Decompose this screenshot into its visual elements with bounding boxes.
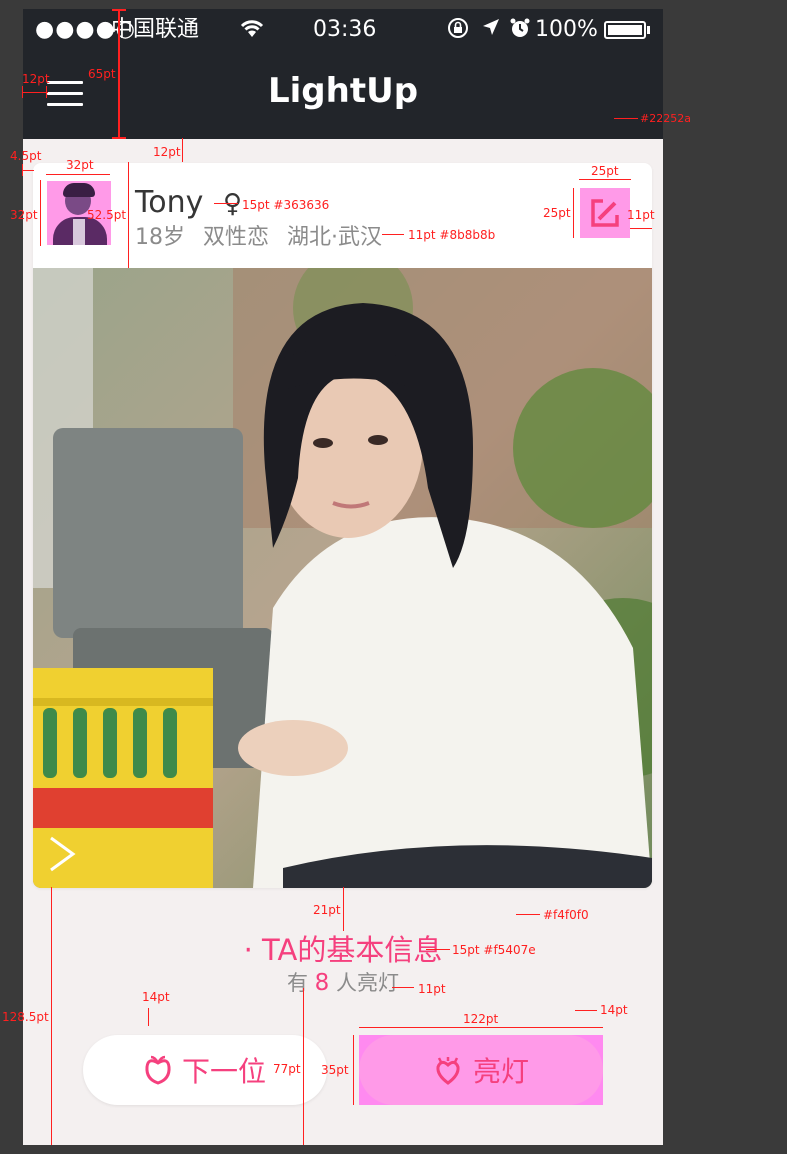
anno-line: [516, 914, 540, 915]
light-count-value: 8: [314, 970, 330, 996]
profile-name: Tony: [135, 185, 204, 220]
anno-line: [614, 118, 638, 119]
anno-line: [112, 9, 126, 11]
profile-photo[interactable]: [33, 268, 652, 888]
anno-4-5pt: 4.5pt: [10, 149, 42, 163]
anno-header-color: #22252a: [640, 112, 691, 125]
edit-icon: [591, 199, 619, 227]
battery-icon: [604, 21, 646, 39]
light-count-prefix: 有: [286, 971, 308, 995]
section-title: · TA的基本信息: [243, 933, 443, 967]
anno-25pt-width: 25pt: [591, 164, 619, 178]
anno-52-5pt: 52.5pt: [87, 208, 127, 222]
anno-line: [22, 92, 48, 93]
anno-line: [182, 138, 183, 162]
profile-card[interactable]: Tony ♀ 18岁 双性恋 湖北·武汉: [33, 163, 652, 888]
location-arrow-icon: [481, 17, 501, 44]
rotation-lock-icon: [447, 17, 469, 46]
alarm-icon: [509, 17, 531, 46]
light-up-button-label: 亮灯: [472, 1055, 529, 1088]
status-time: 03:36: [313, 17, 377, 42]
light-count-suffix: 人亮灯: [336, 971, 399, 995]
anno-section-style: 15pt #f5407e: [452, 943, 536, 957]
anno-line: [22, 86, 23, 98]
anno-count-size: 11pt: [418, 982, 446, 996]
light-count: 有 8 人亮灯: [23, 967, 663, 997]
anno-32pt-height: 32pt: [10, 208, 38, 222]
light-heart-icon: [436, 1057, 460, 1085]
anno-14pt-left: 14pt: [142, 990, 170, 1004]
profile-age: 18岁: [135, 225, 185, 250]
anno-line: [359, 1027, 603, 1028]
anno-line: [112, 137, 126, 139]
anno-name-style: 15pt #363636: [242, 198, 330, 212]
anno-14pt-right: 14pt: [600, 1003, 628, 1017]
anno-25pt-height: 25pt: [543, 206, 571, 220]
phone-screen: ●●●●○ 中国联通 03:36 100% LightUp Tony ♀ 18岁…: [23, 9, 663, 1145]
profile-location: 湖北·武汉: [287, 225, 383, 250]
anno-line: [573, 188, 574, 238]
anno-line: [353, 1035, 354, 1105]
anno-32pt-width: 32pt: [66, 158, 94, 172]
profile-orientation: 双性恋: [203, 225, 270, 250]
anno-line: [128, 162, 129, 268]
next-button-label: 下一位: [181, 1055, 266, 1088]
anno-line: [214, 203, 238, 204]
anno-line: [343, 887, 344, 931]
peach-icon: [145, 1055, 171, 1085]
anno-line: [382, 234, 404, 235]
anno-line: [148, 1008, 149, 1026]
anno-line: [46, 174, 110, 175]
anno-line: [630, 228, 652, 229]
gender-female-icon: ♀: [223, 189, 243, 219]
anno-line: [303, 988, 304, 1145]
anno-line: [575, 1010, 597, 1011]
anno-11pt-right: 11pt: [627, 208, 655, 222]
anno-line: [426, 949, 450, 950]
anno-info-style: 11pt #8b8b8b: [408, 228, 496, 242]
anno-122pt: 122pt: [463, 1012, 499, 1026]
anno-12pt-gap: 12pt: [153, 145, 181, 159]
wifi-icon: [239, 17, 265, 46]
anno-line: [579, 179, 631, 180]
battery-nub: [647, 26, 650, 34]
light-up-button[interactable]: 亮灯: [359, 1035, 603, 1105]
profile-info: 18岁 双性恋 湖北·武汉: [135, 219, 400, 251]
anno-12pt-left: 12pt: [22, 72, 50, 86]
anno-65pt: 65pt: [88, 67, 116, 81]
anno-line: [51, 887, 52, 1145]
anno-21pt: 21pt: [313, 903, 341, 917]
edit-button[interactable]: [580, 188, 630, 238]
anno-line: [392, 987, 414, 988]
anno-line: [118, 9, 120, 139]
play-icon[interactable]: [47, 834, 77, 874]
battery-percent: 100%: [535, 17, 598, 42]
anno-35pt: 35pt: [321, 1063, 349, 1077]
anno-line: [22, 170, 34, 171]
anno-77pt: 77pt: [273, 1062, 301, 1076]
anno-line: [40, 180, 41, 246]
anno-128-5pt: 128.5pt: [2, 1010, 49, 1024]
anno-line: [46, 86, 47, 98]
carrier-label: 中国联通: [111, 17, 200, 42]
anno-bg-color: #f4f0f0: [543, 908, 589, 922]
